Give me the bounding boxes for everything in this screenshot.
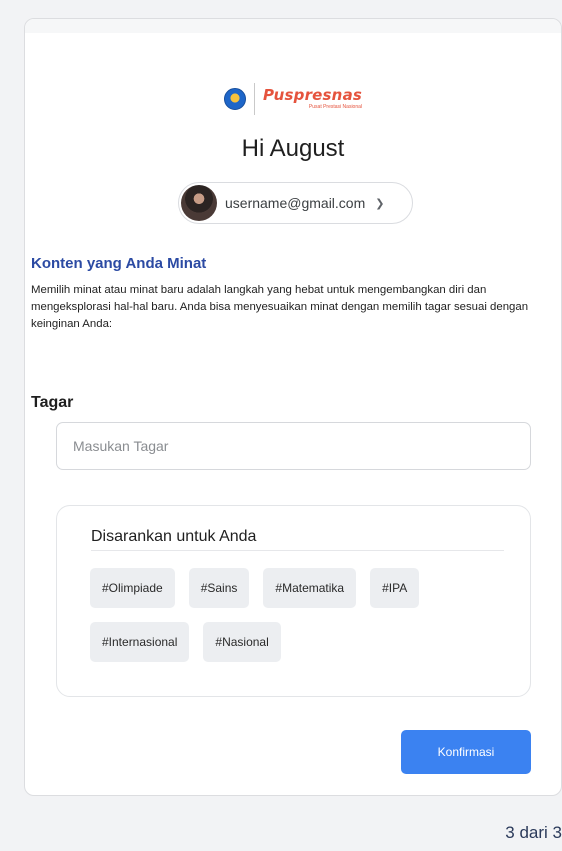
account-email: username@gmail.com: [225, 195, 366, 211]
logo-wordmark: Puspresnas Pusat Prestasi Nasional: [263, 88, 362, 110]
suggested-tags: #Olimpiade #Sains #Matematika #IPA #Inte…: [90, 568, 510, 662]
user-avatar-icon: [181, 185, 217, 221]
confirm-button[interactable]: Konfirmasi: [401, 730, 531, 774]
tag-chip-nasional[interactable]: #Nasional: [203, 622, 281, 662]
card-top-band: [25, 19, 561, 33]
tag-chip-olimpiade[interactable]: #Olimpiade: [90, 568, 175, 608]
brand-logo: Puspresnas Pusat Prestasi Nasional: [25, 83, 561, 115]
suggestions-panel: Disarankan untuk Anda #Olimpiade #Sains …: [56, 505, 531, 697]
tag-chip-internasional[interactable]: #Internasional: [90, 622, 190, 662]
tag-chip-matematika[interactable]: #Matematika: [263, 568, 357, 608]
page: Puspresnas Pusat Prestasi Nasional Hi Au…: [0, 0, 562, 851]
section-description: Memilih minat atau minat baru adalah lan…: [31, 284, 529, 330]
section-title: Konten yang Anda Minat: [31, 255, 207, 272]
greeting-title: Hi August: [241, 135, 345, 162]
tag-chip-sains[interactable]: #Sains: [188, 568, 250, 608]
logo-divider: [253, 83, 255, 115]
tag-field-label: Tagar: [31, 394, 74, 411]
brand-tagline: Pusat Prestasi Nasional: [308, 104, 363, 110]
pagination-indicator: 3 dari 3: [505, 823, 562, 842]
interest-card: Puspresnas Pusat Prestasi Nasional Hi Au…: [24, 18, 562, 796]
account-switcher[interactable]: username@gmail.com ❯: [178, 182, 413, 224]
brand-name: Puspresnas: [262, 86, 363, 104]
tag-chip-ipa[interactable]: #IPA: [370, 568, 420, 608]
tut-wuri-handayani-emblem-icon: [223, 88, 246, 110]
suggestions-title: Disarankan untuk Anda: [91, 528, 504, 551]
chevron-down-icon: ❯: [375, 197, 385, 210]
tag-input[interactable]: [56, 422, 531, 470]
